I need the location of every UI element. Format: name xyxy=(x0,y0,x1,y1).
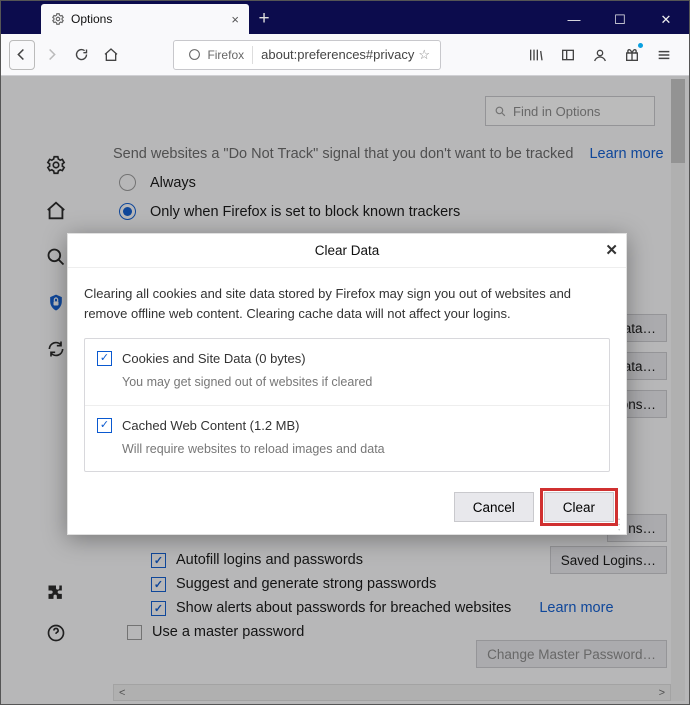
titlebar: Options × + — ☐ ✕ xyxy=(1,1,689,34)
home-button[interactable] xyxy=(98,40,124,70)
account-button[interactable] xyxy=(585,40,615,70)
dialog-header: Clear Data ✕ xyxy=(68,234,626,268)
checkbox-icon: ✓ xyxy=(97,418,112,433)
clear-data-dialog: Clear Data ✕ Clearing all cookies and si… xyxy=(67,233,627,535)
cache-item[interactable]: ✓ Cached Web Content (1.2 MB) Will requi… xyxy=(85,405,609,472)
dialog-close-icon[interactable]: ✕ xyxy=(605,241,618,259)
gift-button[interactable] xyxy=(617,40,647,70)
item-subtitle: You may get signed out of websites if cl… xyxy=(122,373,372,392)
identity-label: Firefox xyxy=(207,48,244,62)
clear-button[interactable]: Clear xyxy=(544,492,614,522)
item-title: Cookies and Site Data (0 bytes) xyxy=(122,349,372,369)
gear-icon xyxy=(51,12,65,26)
identity-box[interactable]: Firefox xyxy=(180,46,253,64)
nav-toolbar: Firefox about:preferences#privacy ☆ xyxy=(1,34,689,76)
bookmark-star-icon[interactable]: ☆ xyxy=(414,47,434,63)
item-title: Cached Web Content (1.2 MB) xyxy=(122,416,385,436)
url-bar[interactable]: Firefox about:preferences#privacy ☆ xyxy=(173,40,441,70)
dialog-description: Clearing all cookies and site data store… xyxy=(84,284,610,324)
cancel-button[interactable]: Cancel xyxy=(454,492,534,522)
dialog-title: Clear Data xyxy=(315,243,380,258)
firefox-icon xyxy=(188,48,201,61)
checkbox-icon: ✓ xyxy=(97,351,112,366)
forward-button xyxy=(39,40,65,70)
back-button[interactable] xyxy=(9,40,35,70)
reload-button[interactable] xyxy=(68,40,94,70)
url-text: about:preferences#privacy xyxy=(253,47,414,62)
tab-close-icon[interactable]: × xyxy=(231,12,239,27)
tab-title: Options xyxy=(65,12,231,26)
item-subtitle: Will require websites to reload images a… xyxy=(122,440,385,459)
window-controls: — ☐ ✕ xyxy=(551,5,689,34)
tab-options[interactable]: Options × xyxy=(41,4,249,34)
new-tab-button[interactable]: + xyxy=(249,4,279,34)
menu-button[interactable] xyxy=(649,40,679,70)
sidebar-button[interactable] xyxy=(553,40,583,70)
close-button[interactable]: ✕ xyxy=(643,5,689,34)
minimize-button[interactable]: — xyxy=(551,5,597,34)
cookies-item[interactable]: ✓ Cookies and Site Data (0 bytes) You ma… xyxy=(85,339,609,405)
library-button[interactable] xyxy=(521,40,551,70)
maximize-button[interactable]: ☐ xyxy=(597,5,643,34)
